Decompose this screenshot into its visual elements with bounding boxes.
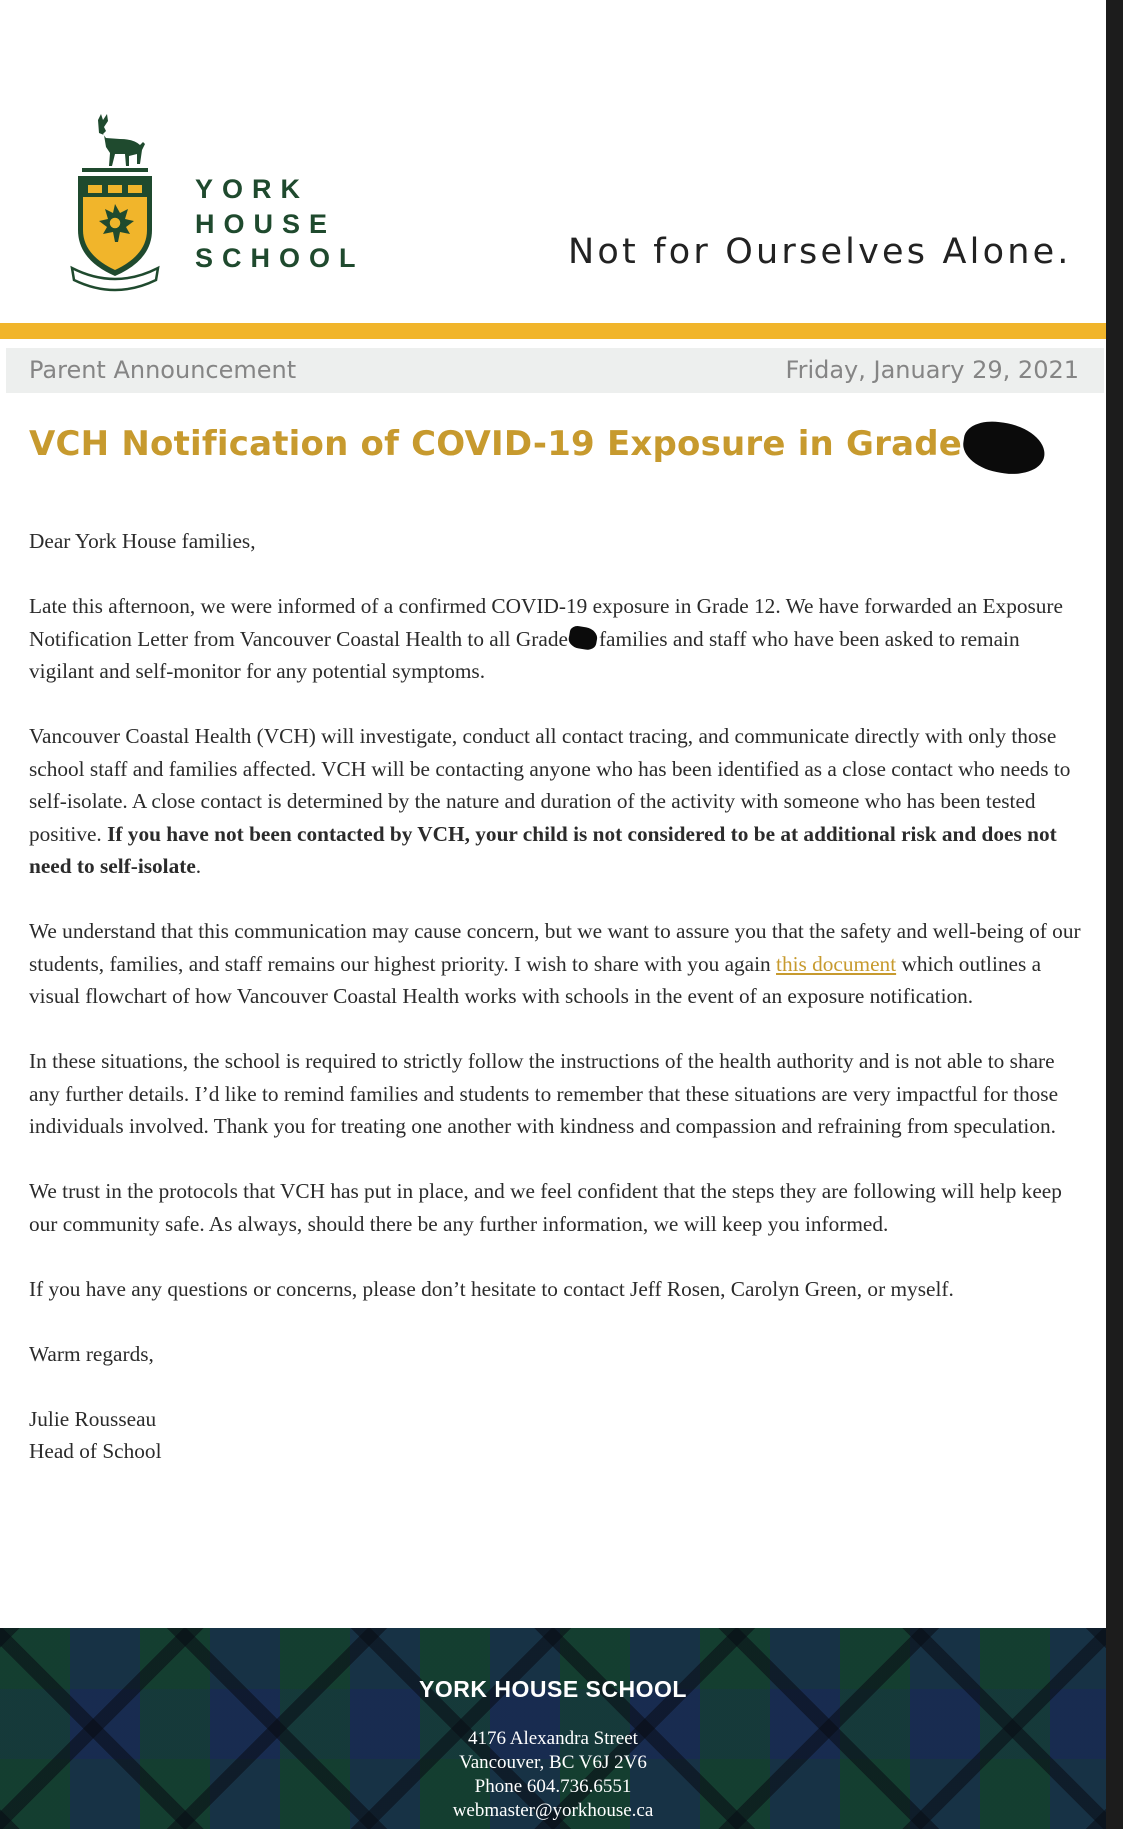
paragraph-vch-tracing: Vancouver Coastal Health (VCH) will inve…	[29, 720, 1081, 883]
announcement-type: Parent Announcement	[29, 356, 297, 384]
paragraph-concern: We understand that this communication ma…	[29, 915, 1081, 1013]
school-wordmark: YORK HOUSE SCHOOL	[195, 172, 365, 276]
wordmark-line-3: SCHOOL	[195, 243, 365, 273]
paragraph-vch-end: .	[195, 854, 202, 878]
announcement-page: YORK HOUSE SCHOOL Not for Ourselves Alon…	[0, 0, 1123, 1829]
school-motto: Not for Ourselves Alone.	[568, 232, 1072, 272]
footer-city: Vancouver, BC V6J 2V6	[459, 1752, 647, 1773]
letter-body: Dear York House families, Late this afte…	[29, 525, 1081, 1468]
footer-school-name: YORK HOUSE SCHOOL	[419, 1676, 687, 1702]
signer-title: Head of School	[29, 1439, 162, 1463]
document-link[interactable]: this document	[776, 952, 896, 976]
announcement-bar: Parent Announcement Friday, January 29, …	[6, 348, 1104, 393]
greeting: Dear York House families,	[29, 529, 256, 553]
footer: YORK HOUSE SCHOOL 4176 Alexandra Street …	[0, 1628, 1106, 1829]
redaction-mark	[959, 417, 1049, 479]
paragraph-privacy: In these situations, the school is requi…	[29, 1049, 1059, 1138]
closing: Warm regards,	[29, 1341, 154, 1366]
self-isolation-notice: If you have not been contacted by VCH, y…	[29, 821, 1057, 879]
redaction-mark	[567, 624, 599, 651]
gold-divider	[0, 323, 1106, 339]
paragraph-trust: We trust in the protocols that VCH has p…	[29, 1179, 1062, 1236]
footer-phone: Phone 604.736.6551	[474, 1776, 632, 1797]
wordmark-line-1: YORK	[195, 174, 310, 204]
window-edge	[1106, 0, 1123, 1829]
footer-address: 4176 Alexandra Street Vancouver, BC V6J …	[0, 1727, 1106, 1823]
school-crest-logo	[70, 114, 160, 292]
signer-name: Julie Rousseau	[29, 1406, 157, 1431]
paragraph-contact: If you have any questions or concerns, p…	[29, 1276, 954, 1301]
footer-email[interactable]: webmaster@yorkhouse.ca	[0, 1799, 1106, 1823]
announcement-date: Friday, January 29, 2021	[785, 356, 1079, 384]
paragraph-exposure: Late this afternoon, we were informed of…	[29, 590, 1081, 688]
footer-street: 4176 Alexandra Street	[468, 1728, 638, 1749]
announcement-headline: VCH Notification of COVID-19 Exposure in…	[29, 424, 963, 464]
wordmark-line-2: HOUSE	[195, 208, 337, 239]
